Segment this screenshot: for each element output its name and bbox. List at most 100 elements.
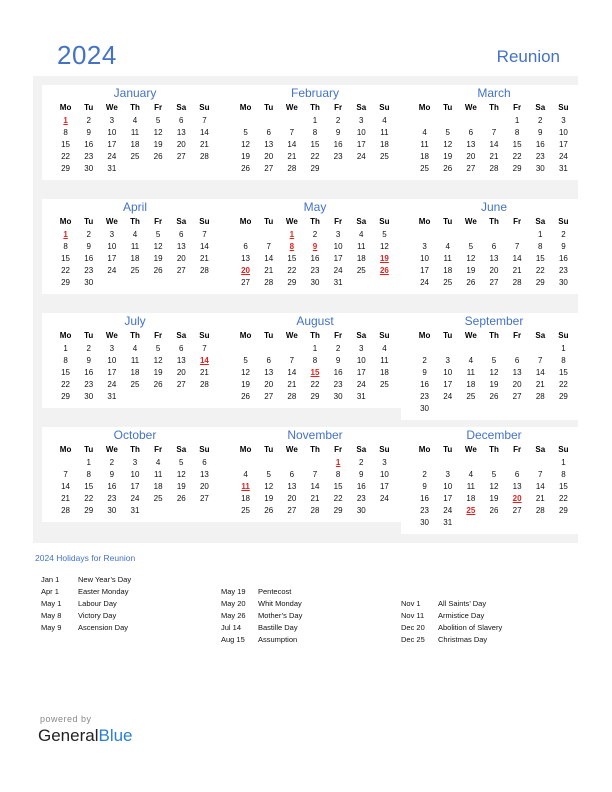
day-cell: 15 (512, 139, 522, 149)
holiday-day-cell: 1 (289, 229, 295, 239)
day-cell: 24 (420, 277, 430, 287)
day-cell: 19 (264, 493, 274, 503)
day-cell: 9 (335, 355, 341, 365)
month-title: March (477, 86, 511, 100)
holiday-name: New Year’s Day (78, 575, 132, 584)
holiday-column-3: Nov 1 All Saints’ Day Nov 11 Armistice Day D… (401, 598, 502, 646)
weekday-header: Fr (513, 217, 522, 226)
day-cell: 1 (538, 229, 543, 239)
day-cell: 28 (199, 151, 209, 161)
day-cell: 4 (243, 469, 248, 479)
empty-cell (436, 402, 459, 414)
holiday-date: Aug 15 (221, 635, 245, 644)
generalblue-logo[interactable]: GeneralBlue (38, 726, 133, 746)
day-cell: 31 (107, 391, 117, 401)
holiday-item: Apr 1 Easter Monday (41, 586, 131, 598)
day-cell: 27 (176, 265, 186, 275)
day-cell: 20 (466, 151, 476, 161)
day-cell: 10 (443, 367, 453, 377)
day-cell: 6 (202, 457, 207, 467)
day-cell: 28 (535, 505, 545, 515)
holiday-day-cell: 1 (335, 457, 341, 467)
weekday-header: Th (130, 331, 140, 340)
empty-cell (123, 162, 146, 174)
day-cell: 10 (558, 127, 568, 137)
day-cell: 21 (199, 253, 209, 263)
empty-cell (413, 342, 436, 354)
weekday-header: Fr (513, 103, 522, 112)
day-cell: 3 (109, 115, 115, 125)
holiday-column-1: Jan 1 New Year’s Day Apr 1 Easter Monday May… (41, 574, 131, 634)
empty-cell (413, 114, 436, 126)
day-cell: 9 (86, 355, 91, 365)
day-cell: 19 (443, 151, 453, 161)
day-cell: 2 (422, 355, 427, 365)
day-cell: 9 (561, 241, 566, 251)
holiday-name: Assumption (258, 635, 298, 644)
weekday-header: Mo (418, 217, 431, 226)
weekday-header: Th (130, 103, 140, 112)
month-may: May Mo Tu We Th Fr Sa Su 1 2 3 4 5 6 7 8 9 10 11 12 13 14 15 16… (222, 199, 408, 294)
weekday-header: Sa (176, 331, 187, 340)
day-cell: 13 (199, 469, 209, 479)
day-cell: 10 (379, 469, 389, 479)
day-cell: 24 (356, 151, 366, 161)
day-cell: 24 (107, 379, 117, 389)
empty-cell (280, 114, 303, 126)
month-november: November Mo Tu We Th Fr Sa Su 1 2 3 4 5 6 7 8 9 10 11 12 13 1… (222, 427, 408, 522)
empty-cell (147, 162, 170, 174)
year-title: 2024 (57, 40, 117, 70)
holiday-item: Nov 1 All Saints’ Day (401, 598, 502, 610)
day-cell: 4 (422, 127, 427, 137)
day-cell: 18 (153, 481, 163, 491)
day-cell: 27 (466, 163, 476, 173)
empty-cell (482, 342, 505, 354)
weekday-header: Sa (356, 445, 367, 454)
empty-cell (234, 456, 257, 468)
empty-cell (459, 402, 482, 414)
day-cell: 20 (512, 379, 522, 389)
weekday-header: Th (310, 445, 320, 454)
day-cell: 20 (287, 493, 297, 503)
empty-cell (100, 276, 123, 288)
day-cell: 2 (561, 229, 566, 239)
weekday-header: Mo (59, 331, 72, 340)
empty-cell (54, 456, 77, 468)
brand-blue: Blue (98, 726, 133, 745)
day-cell: 2 (86, 115, 91, 125)
day-cell: 8 (86, 469, 91, 479)
day-cell: 10 (107, 355, 117, 365)
day-cell: 29 (84, 505, 94, 515)
day-cell: 14 (287, 367, 297, 377)
month-grid: Mo Tu We Th Fr Sa Su 1 2 3 4 5 6 7 8 9 10 11 12 13 14 15 16 17 1… (54, 101, 216, 174)
empty-cell (373, 276, 396, 288)
day-cell: 6 (179, 343, 184, 353)
day-cell: 15 (61, 253, 71, 263)
day-cell: 7 (202, 115, 207, 125)
holiday-day-cell: 15 (310, 367, 320, 377)
holiday-item: May 19 Pentecost (221, 586, 302, 598)
day-cell: 19 (153, 253, 163, 263)
day-cell: 4 (468, 355, 474, 365)
day-cell: 29 (287, 277, 297, 287)
empty-cell (373, 504, 396, 516)
day-cell: 27 (287, 505, 297, 515)
day-cell: 26 (153, 379, 163, 389)
day-cell: 29 (558, 391, 568, 401)
holidays-title: 2024 Holidays for Reunion (35, 553, 136, 563)
empty-cell (459, 114, 482, 126)
day-cell: 22 (512, 151, 522, 161)
day-cell: 29 (512, 163, 522, 173)
month-title: July (124, 314, 146, 328)
day-cell: 13 (466, 139, 476, 149)
day-cell: 13 (176, 241, 186, 251)
day-cell: 27 (176, 379, 186, 389)
day-cell: 26 (489, 391, 499, 401)
day-cell: 20 (199, 481, 209, 491)
weekday-header: We (464, 217, 477, 226)
day-cell: 6 (491, 241, 497, 251)
weekday-header: Sa (356, 217, 367, 226)
weekday-header: Tu (84, 217, 94, 226)
day-cell: 7 (491, 127, 497, 137)
weekday-header: Fr (334, 445, 343, 454)
